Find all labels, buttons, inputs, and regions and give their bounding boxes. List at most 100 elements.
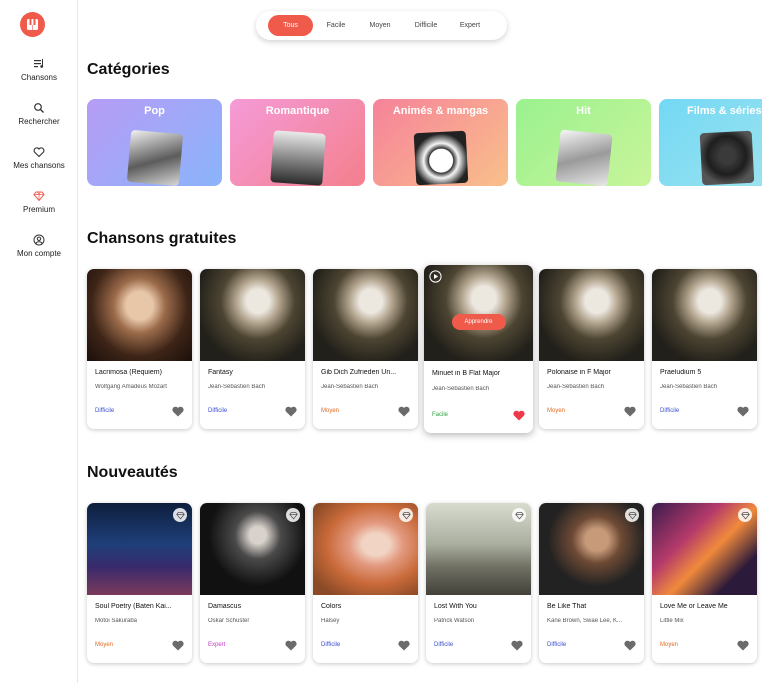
song-level: Difficile	[208, 408, 228, 414]
favorite-heart-icon[interactable]	[285, 406, 297, 417]
category-name: Romantique	[265, 105, 330, 117]
difficulty-filter: Tous Facile Moyen Difficile Expert	[256, 11, 507, 40]
music-list-icon	[34, 59, 44, 68]
diamond-icon	[627, 511, 637, 519]
diamond-icon	[514, 511, 524, 519]
song-card[interactable]: Gib Dich Zufrieden Un... Jean-Sébastien …	[313, 269, 418, 429]
search-icon	[34, 103, 44, 113]
song-card[interactable]: Praeludium 5 Jean-Sébastien Bach Diffici…	[652, 269, 757, 429]
sidebar-item-label: Mes chansons	[13, 161, 65, 170]
favorite-heart-icon[interactable]	[285, 640, 297, 651]
new-songs-heading: Nouveautés	[87, 464, 178, 481]
song-card[interactable]: Polonaise in F Major Jean-Sébastien Bach…	[539, 269, 644, 429]
song-artist: Halsey	[321, 618, 340, 624]
song-artist: Motoi Sakuraba	[95, 618, 138, 624]
song-card[interactable]: Be Like That Kane Brown, Swae Lee, K... …	[539, 503, 644, 663]
sidebar-item-mes-chansons[interactable]: Mes chansons	[0, 146, 78, 170]
favorite-heart-icon[interactable]	[172, 406, 184, 417]
song-level: Facile	[432, 412, 449, 418]
song-artist: Jean-Sébastien Bach	[432, 386, 490, 392]
song-card[interactable]: Love Me or Leave Me Little Mix Moyen	[652, 503, 757, 663]
category-image	[554, 129, 613, 186]
song-artist: Oskar Schuster	[208, 618, 250, 624]
filter-facile[interactable]: Facile	[317, 15, 355, 36]
premium-badge	[738, 508, 752, 522]
favorite-heart-icon[interactable]	[624, 640, 636, 651]
favorite-heart-icon[interactable]	[737, 406, 749, 417]
category-image	[126, 129, 183, 186]
song-title: Polonaise in F Major	[547, 369, 611, 376]
song-artist: Jean-Sébastien Bach	[321, 384, 379, 390]
song-card[interactable]: Soul Poetry (Baten Kai... Motoi Sakuraba…	[87, 503, 192, 663]
sidebar-item-label: Rechercher	[18, 117, 60, 126]
learn-button[interactable]: Apprendre	[451, 314, 506, 330]
diamond-icon	[740, 511, 750, 519]
song-cover	[313, 269, 418, 361]
song-card[interactable]: Lost With You Patrick Watson Difficile	[426, 503, 531, 663]
song-card[interactable]: Damascus Oskar Schuster Expert	[200, 503, 305, 663]
sidebar-item-label: Chansons	[20, 73, 58, 82]
category-name: Animés & mangas	[392, 105, 489, 117]
song-card[interactable]: Lacrimosa (Requiem) Wolfgang Amadeus Moz…	[87, 269, 192, 429]
filter-moyen[interactable]: Moyen	[360, 15, 400, 36]
song-level: Moyen	[95, 642, 114, 648]
song-card[interactable]: Colors Halsey Difficile	[313, 503, 418, 663]
favorite-heart-icon[interactable]	[737, 640, 749, 651]
song-title: Colors	[321, 603, 342, 610]
premium-badge	[173, 508, 187, 522]
song-title: Minuet in B Flat Major	[432, 370, 501, 377]
filter-expert[interactable]: Expert	[451, 15, 489, 36]
song-artist: Jean-Sébastien Bach	[660, 384, 718, 390]
sidebar-item-chansons[interactable]: Chansons	[0, 58, 78, 82]
filter-difficile[interactable]: Difficile	[406, 15, 446, 36]
song-level: Moyen	[321, 408, 340, 414]
song-title: Lacrimosa (Requiem)	[95, 369, 162, 376]
favorite-heart-icon[interactable]	[513, 410, 525, 421]
category-films-series[interactable]: Films & séries	[659, 99, 762, 186]
category-romantique[interactable]: Romantique	[230, 99, 365, 186]
piano-logo-icon	[27, 19, 38, 30]
song-level: Moyen	[660, 642, 679, 648]
favorite-heart-icon[interactable]	[624, 406, 636, 417]
song-level: Difficile	[660, 408, 680, 414]
song-level: Difficile	[434, 642, 454, 648]
category-name: Hit	[576, 105, 591, 117]
sidebar-item-premium[interactable]: Premium	[0, 190, 78, 214]
sidebar-item-mon-compte[interactable]: Mon compte	[0, 234, 78, 258]
category-image	[413, 130, 468, 186]
diamond-icon	[33, 191, 45, 202]
song-level: Difficile	[95, 408, 115, 414]
song-card[interactable]: Apprendre Minuet in B Flat Major Jean-Sé…	[424, 265, 533, 433]
song-level: Difficile	[321, 642, 341, 648]
premium-badge	[286, 508, 300, 522]
premium-badge	[399, 508, 413, 522]
heart-icon	[33, 147, 45, 158]
song-level: Expert	[208, 642, 226, 648]
sidebar: Chansons Rechercher Mes chansons Premium…	[0, 0, 78, 683]
category-hit[interactable]: Hit	[516, 99, 651, 186]
song-card[interactable]: Fantasy Jean-Sébastien Bach Difficile	[200, 269, 305, 429]
sidebar-item-label: Mon compte	[16, 249, 62, 258]
favorite-heart-icon[interactable]	[511, 640, 523, 651]
filter-tous[interactable]: Tous	[268, 15, 313, 36]
song-title: Lost With You	[434, 603, 477, 610]
favorite-heart-icon[interactable]	[398, 640, 410, 651]
user-icon	[33, 234, 45, 246]
song-artist: Little Mix	[660, 618, 684, 624]
sidebar-item-label: Premium	[22, 205, 55, 214]
play-icon[interactable]	[429, 270, 442, 283]
premium-badge	[625, 508, 639, 522]
favorite-heart-icon[interactable]	[172, 640, 184, 651]
favorite-heart-icon[interactable]	[398, 406, 410, 417]
category-pop[interactable]: Pop	[87, 99, 222, 186]
song-artist: Jean-Sébastien Bach	[547, 384, 605, 390]
song-level: Difficile	[547, 642, 567, 648]
song-cover	[539, 269, 644, 361]
app-logo[interactable]	[20, 12, 45, 37]
diamond-icon	[401, 511, 411, 519]
song-cover	[200, 269, 305, 361]
sidebar-item-rechercher[interactable]: Rechercher	[0, 102, 78, 126]
song-artist: Jean-Sébastien Bach	[208, 384, 266, 390]
song-cover	[652, 269, 757, 361]
category-animes-mangas[interactable]: Animés & mangas	[373, 99, 508, 186]
